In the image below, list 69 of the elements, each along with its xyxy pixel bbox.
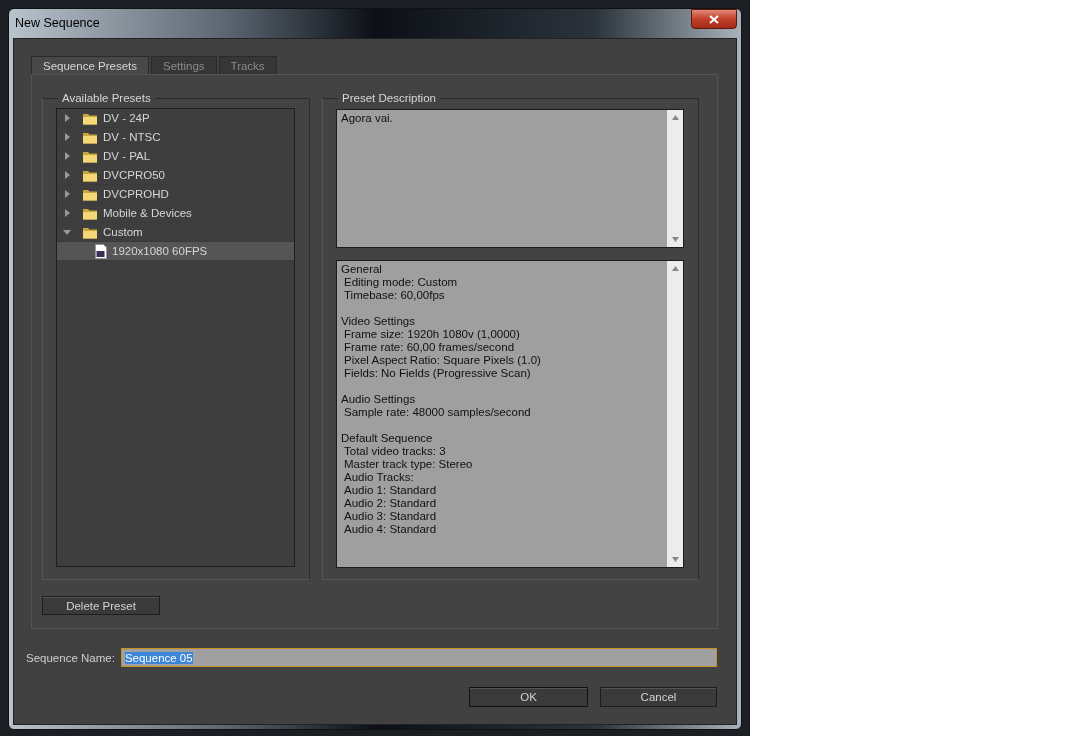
expand-arrow-icon[interactable]	[63, 190, 71, 198]
scroll-down-icon[interactable]	[671, 557, 679, 562]
delete-preset-button[interactable]: Delete Preset	[42, 596, 160, 615]
setting-line: Audio 3: Standard	[343, 510, 438, 523]
folder-icon	[82, 111, 98, 125]
setting-line: Audio 4: Standard	[343, 523, 438, 536]
cancel-button[interactable]: Cancel	[600, 687, 717, 707]
scroll-down-icon[interactable]	[671, 237, 679, 242]
setting-line: Editing mode: Custom	[343, 276, 459, 289]
scrollbar[interactable]	[667, 261, 683, 567]
tab[interactable]: Tracks	[218, 56, 277, 74]
tree-item-label: DV - NTSC	[103, 131, 161, 143]
tab[interactable]: Sequence Presets	[31, 56, 149, 74]
setting-line: Audio 2: Standard	[343, 497, 438, 510]
collapse-arrow-icon[interactable]	[63, 228, 71, 236]
ok-button[interactable]: OK	[469, 687, 588, 707]
setting-line: Audio 1: Standard	[343, 484, 438, 497]
group-title: Preset Description	[341, 92, 437, 104]
tree-item[interactable]: 1920x1080 60FPS	[57, 242, 294, 261]
scroll-up-icon[interactable]	[671, 115, 679, 120]
expand-arrow-icon[interactable]	[63, 152, 71, 160]
tree-item-label: DVCPRO50	[103, 169, 165, 181]
tree-item[interactable]: Mobile & Devices	[57, 204, 294, 223]
tree-item-label: DV - PAL	[103, 150, 151, 162]
premiere-file-icon	[95, 243, 107, 259]
scroll-up-icon[interactable]	[671, 266, 679, 271]
expand-arrow-icon[interactable]	[63, 171, 71, 179]
close-button[interactable]	[691, 9, 737, 29]
field-label: Sequence Name:	[26, 651, 115, 664]
tree-item[interactable]: DV - 24P	[57, 109, 294, 128]
tree-item-label: Custom	[103, 226, 143, 238]
folder-icon	[82, 130, 98, 144]
setting-line: Frame size: 1920h 1080v (1,0000)	[343, 328, 521, 341]
folder-icon	[82, 187, 98, 201]
window-title: New Sequence	[15, 16, 100, 30]
setting-line: Fields: No Fields (Progressive Scan)	[343, 367, 532, 380]
scrollbar[interactable]	[667, 110, 683, 247]
folder-icon	[82, 206, 98, 220]
description-text: Agora vai.	[340, 111, 394, 126]
section-heading: General	[341, 263, 383, 276]
setting-line: Frame rate: 60,00 frames/second	[343, 341, 516, 354]
tree-item[interactable]: DV - PAL	[57, 147, 294, 166]
tree-item[interactable]: DVCPROHD	[57, 185, 294, 204]
folder-icon	[82, 168, 98, 182]
expand-arrow-icon[interactable]	[63, 114, 71, 122]
section-heading: Video Settings	[341, 315, 416, 328]
group-title: Available Presets	[61, 92, 152, 104]
tree-item-label: 1920x1080 60FPS	[112, 245, 208, 257]
close-icon	[709, 14, 719, 24]
section-heading: Audio Settings	[341, 393, 417, 406]
setting-line: Sample rate: 48000 samples/second	[343, 406, 532, 419]
setting-line: Master track type: Stereo	[343, 458, 474, 471]
tree-item-label: DVCPROHD	[103, 188, 169, 200]
folder-icon	[82, 225, 98, 239]
tree-item-label: DV - 24P	[103, 112, 150, 124]
tree-item[interactable]: DVCPRO50	[57, 166, 294, 185]
setting-line: Total video tracks: 3	[343, 445, 447, 458]
folder-icon	[82, 149, 98, 163]
expand-arrow-icon[interactable]	[63, 133, 71, 141]
setting-line: Pixel Aspect Ratio: Square Pixels (1.0)	[343, 354, 542, 367]
tree-item-label: Mobile & Devices	[103, 207, 192, 219]
setting-line: Audio Tracks:	[343, 471, 415, 484]
description-box[interactable]: Agora vai.	[336, 109, 684, 248]
section-heading: Default Sequence	[341, 432, 434, 445]
tab[interactable]: Settings	[151, 56, 217, 74]
expand-arrow-icon[interactable]	[63, 209, 71, 217]
sequence-name-field[interactable]: Sequence 05	[120, 648, 717, 667]
tree-item[interactable]: DV - NTSC	[57, 128, 294, 147]
setting-line: Timebase: 60,00fps	[343, 289, 446, 302]
